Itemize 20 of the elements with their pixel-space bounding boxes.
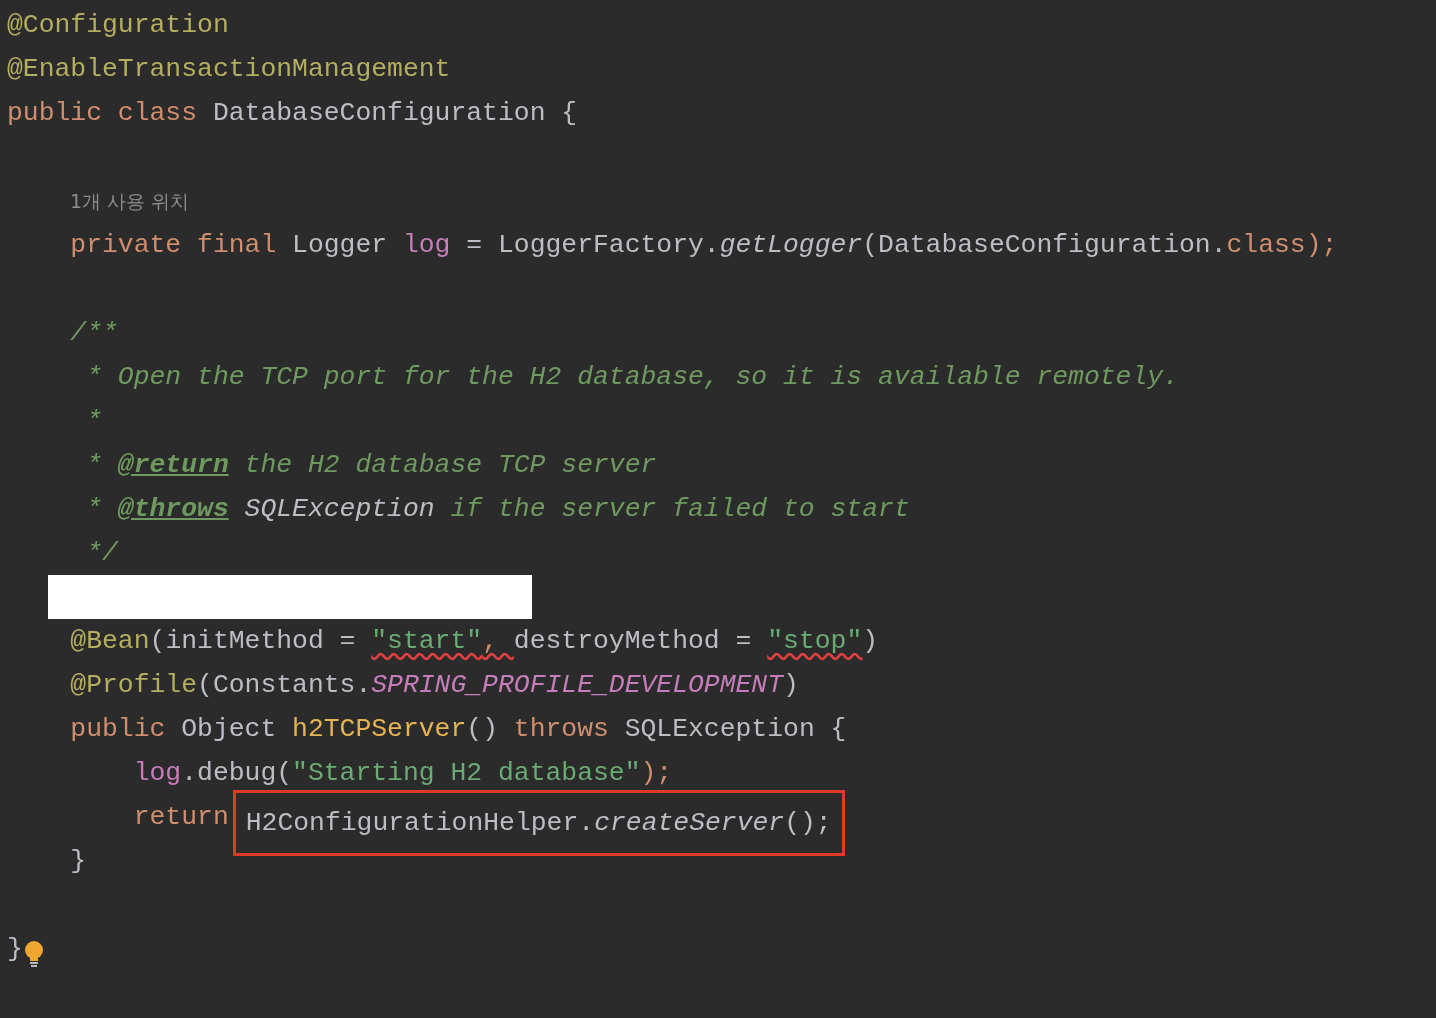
- highlight-box: H2ConfigurationHelper.createServer();: [232, 790, 845, 856]
- code-line: */: [85, 537, 120, 570]
- code-line: *: [85, 405, 104, 438]
- code-line: }: [69, 845, 88, 878]
- code-text: }: [7, 933, 23, 966]
- code-line: @EnableTransactionManagement: [7, 53, 452, 86]
- lightbulb-icon[interactable]: [22, 940, 45, 968]
- code-line: @Configuration: [7, 9, 230, 42]
- code-line: @Bean(initMethod = "start", destroyMethod = "stop"): [69, 625, 880, 658]
- code-line: @Profile(Constants.SPRING_PROFILE_DEVELOPMENT): [69, 669, 800, 702]
- code-line: * @throws SQLException if the server failed to start: [85, 493, 911, 526]
- code-line: * Open the TCP port for the H2 database, so it is available remotely.: [85, 361, 1180, 394]
- code-line: public Object h2TCPServer() throws SQLException {: [69, 713, 848, 746]
- code-line: log.debug("Starting H2 database");: [132, 757, 674, 790]
- code-line: public class DatabaseConfiguration {: [7, 97, 579, 130]
- code-text: return: [132, 801, 229, 834]
- code-line: private final Logger log = LoggerFactory.getLogger(DatabaseConfiguration.class);: [69, 229, 1339, 262]
- code-line: * @return the H2 database TCP server: [85, 449, 658, 482]
- usage-hint[interactable]: 1개 사용 위치: [70, 179, 190, 223]
- code-line: /**: [69, 317, 119, 350]
